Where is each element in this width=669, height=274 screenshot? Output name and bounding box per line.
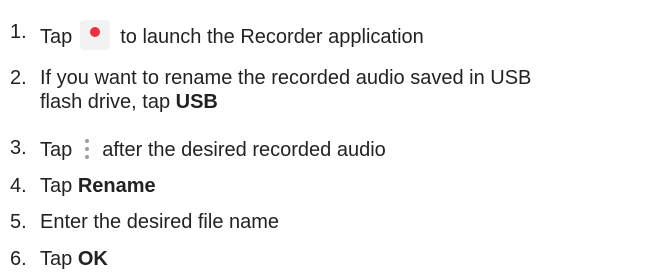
step-text: Tap Rename: [40, 174, 156, 198]
more-options-icon: [78, 136, 96, 162]
step-text-before: Tap: [40, 139, 73, 161]
step-text-after: after the desired recorded audio: [102, 139, 386, 161]
step-text-prefix: Tap: [40, 248, 78, 270]
step-text-line2: flash drive, tap: [40, 91, 176, 113]
step-text-before: Tap: [40, 26, 73, 48]
step-number: 1.: [10, 21, 27, 43]
step-text: If you want to rename the recorded audio…: [40, 66, 531, 114]
step-number: 3.: [10, 137, 27, 159]
step-3: 3. Tap after the desired recorded audio: [10, 136, 386, 162]
step-text: Tap after the desired recorded audio: [40, 136, 386, 162]
step-text: Enter the desired file name: [40, 211, 280, 233]
step-text-line1: If you want to rename the recorded audio…: [40, 67, 532, 89]
step-1: 1. Tap to launch the Recorder application: [10, 20, 424, 50]
ok-label: OK: [77, 248, 108, 270]
step-text-prefix: Tap: [40, 175, 78, 197]
step-number: 4.: [10, 175, 27, 197]
step-text: Tap OK: [40, 247, 108, 271]
rename-label: Rename: [77, 175, 156, 197]
step-number: 5.: [10, 211, 27, 233]
step-5: 5. Enter the desired file name: [10, 210, 279, 234]
step-2: 2. If you want to rename the recorded au…: [10, 66, 531, 114]
step-text: Tap to launch the Recorder application: [40, 20, 424, 50]
usb-label: USB: [175, 91, 218, 113]
step-number: 2.: [10, 67, 27, 89]
record-icon: [80, 20, 111, 50]
step-4: 4. Tap Rename: [10, 174, 156, 198]
step-number: 6.: [10, 248, 27, 270]
step-6: 6. Tap OK: [10, 247, 108, 271]
step-text-after: to launch the Recorder application: [120, 26, 424, 48]
